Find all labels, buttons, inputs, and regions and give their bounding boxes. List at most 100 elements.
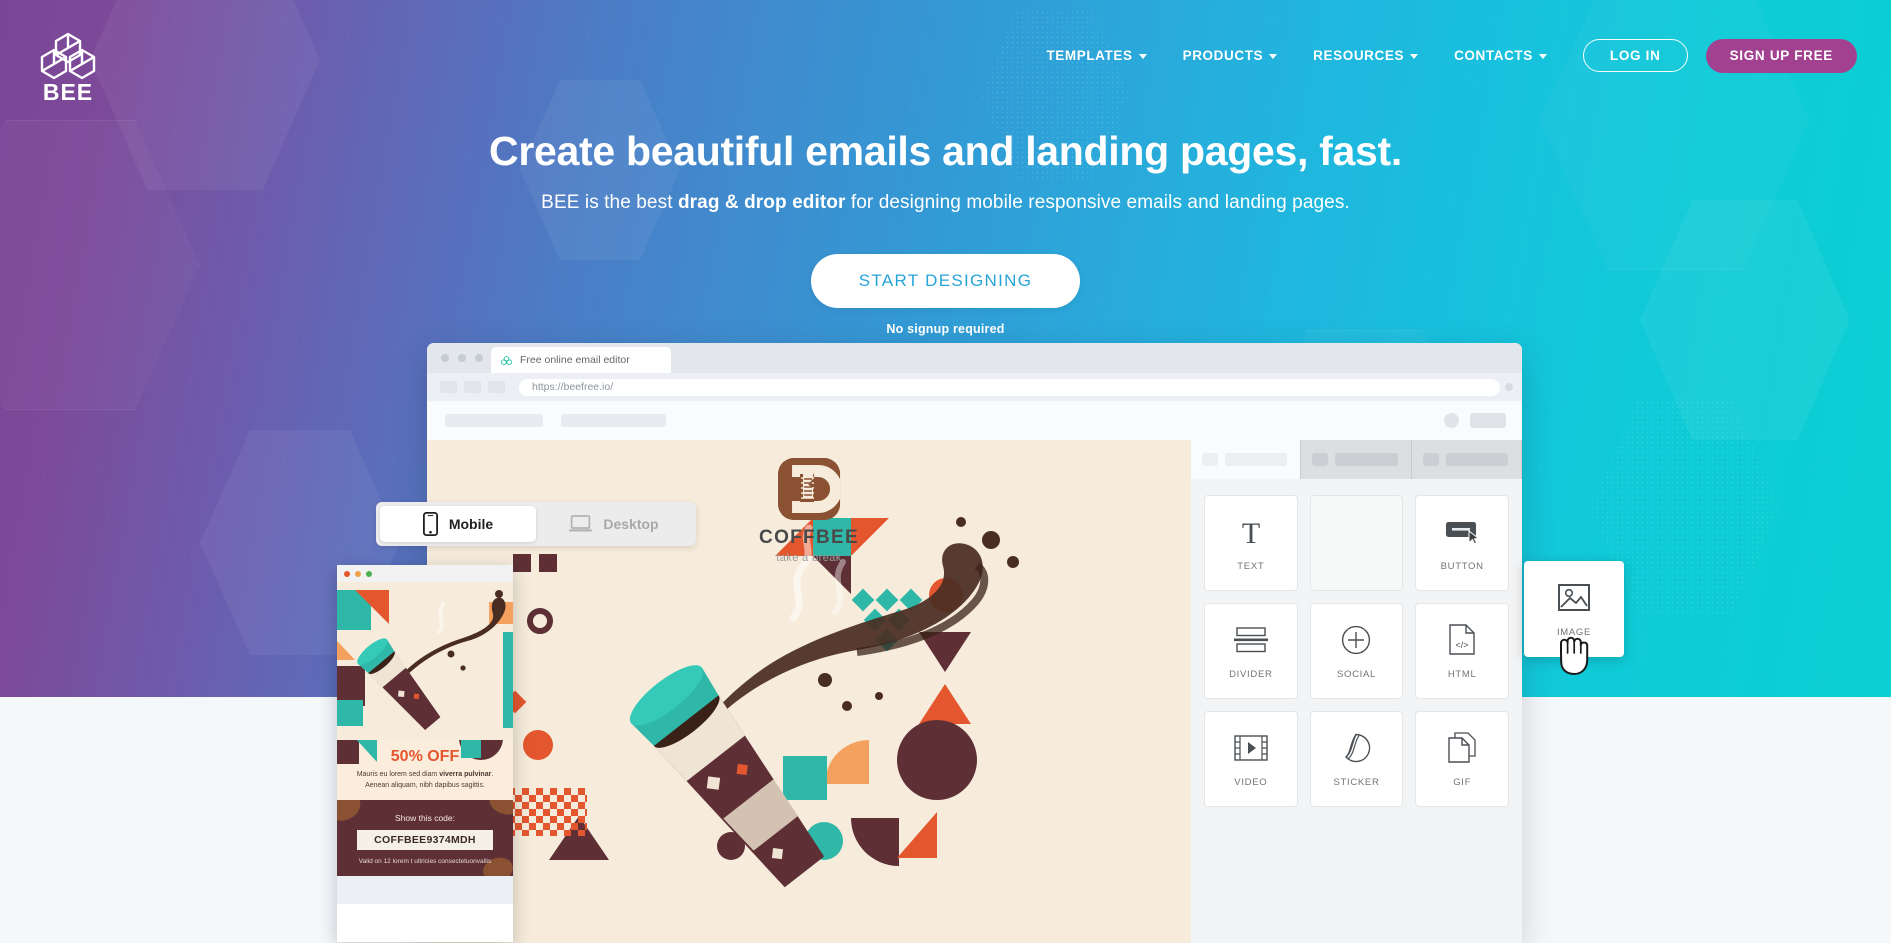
toolbar-avatar-placeholder[interactable]: [1444, 413, 1459, 428]
nav-item-templates[interactable]: TEMPLATES: [1028, 38, 1164, 73]
mobile-preview-hero-image: [337, 582, 513, 740]
chevron-down-icon: [1138, 54, 1147, 59]
content-block-label: GIF: [1453, 776, 1472, 788]
promo-body-bold: viverra pulvinar: [439, 771, 492, 778]
cta-container: START DESIGNING No signup required: [0, 253, 1891, 336]
toggle-mobile[interactable]: Mobile: [380, 506, 536, 542]
signup-free-button[interactable]: SIGN UP FREE: [1705, 38, 1857, 73]
login-button[interactable]: LOG IN: [1582, 39, 1688, 72]
nav-item-label: PRODUCTS: [1182, 48, 1264, 63]
start-designing-button[interactable]: START DESIGNING: [810, 253, 1081, 308]
content-block-video[interactable]: VIDEO: [1204, 711, 1298, 807]
nav-item-resources[interactable]: RESOURCES: [1295, 38, 1436, 73]
panel-tab-icon: [1312, 453, 1329, 466]
code-file-icon: </>: [1449, 623, 1475, 657]
toolbar-placeholder[interactable]: [561, 414, 666, 427]
reload-button-icon[interactable]: [488, 381, 505, 393]
coupon-prompt: Show this code:: [394, 813, 455, 823]
svg-text:</>: </>: [1456, 640, 1469, 650]
promo-body: Mauris eu lorem sed diam viverra pulvina…: [344, 770, 506, 791]
coupon-terms: Valid on 12 lorem t ultricies consectetu…: [358, 858, 492, 865]
window-minimize-dot-icon[interactable]: [458, 354, 466, 362]
mobile-email-preview[interactable]: 50% OFF Mauris eu lorem sed diam viverra…: [337, 565, 513, 942]
panel-tab-settings[interactable]: [1411, 440, 1522, 479]
plus-circle-icon: [1341, 623, 1371, 657]
panel-tab-label-placeholder: [1445, 453, 1508, 466]
coffee-splash-illustration: [629, 517, 1019, 888]
url-text: https://beefree.io/: [532, 381, 614, 393]
button-icon: [1445, 515, 1480, 549]
forward-button-icon[interactable]: [464, 381, 481, 393]
window-close-dot-icon[interactable]: [441, 354, 449, 362]
preview-mode-toggle: Mobile Desktop: [376, 502, 696, 546]
panel-tab-icon: [1422, 453, 1439, 466]
promo-body-line2: Aenean aliquam, nibh dapibus sagittis.: [365, 781, 485, 789]
back-button-icon[interactable]: [440, 381, 457, 393]
window-controls: [441, 354, 483, 362]
gif-pages-icon: [1448, 731, 1476, 765]
mobile-coffee-splash: [357, 590, 506, 730]
nav-item-contacts[interactable]: CONTACTS: [1436, 38, 1565, 73]
coffee-cup: [629, 665, 825, 888]
toggle-desktop-label: Desktop: [603, 516, 659, 532]
browser-tab-bar: Free online email editor: [427, 343, 1522, 373]
panel-tab-content[interactable]: [1191, 440, 1302, 479]
panel-tabs: [1191, 440, 1522, 479]
mobile-preview-coupon: Show this code: COFFBEE9374MDH Valid on …: [337, 800, 513, 876]
brand-logo[interactable]: BEE: [28, 32, 108, 104]
content-block-grid: T TEXT BUTTON DIVIDER SOCIAL </> HTML VI…: [1191, 479, 1522, 823]
subhead-emphasis: drag & drop editor: [677, 191, 846, 213]
toggle-desktop[interactable]: Desktop: [536, 506, 692, 542]
hero-copy: Create beautiful emails and landing page…: [0, 128, 1891, 336]
content-blocks-panel: T TEXT BUTTON DIVIDER SOCIAL </> HTML VI…: [1191, 440, 1522, 943]
deco-square: [513, 554, 531, 572]
promo-body-suffix: .: [491, 771, 494, 778]
toolbar-save-placeholder[interactable]: [1470, 413, 1506, 428]
content-block-label: TEXT: [1237, 560, 1265, 572]
page-title: Create beautiful emails and landing page…: [489, 128, 1402, 174]
nav-item-products[interactable]: PRODUCTS: [1165, 38, 1296, 73]
coffbee-tagline: take a break: [776, 552, 842, 564]
content-block-divider[interactable]: DIVIDER: [1204, 603, 1298, 699]
content-block-social[interactable]: SOCIAL: [1309, 603, 1404, 699]
brand-logo-text: BEE: [42, 79, 94, 105]
phone-icon: [422, 512, 438, 536]
text-t-icon: T: [1237, 515, 1265, 549]
url-input[interactable]: https://beefree.io/: [519, 378, 1513, 396]
content-block-empty-slot[interactable]: [1309, 495, 1404, 591]
coffbee-mark-icon: [777, 458, 842, 520]
coupon-code: COFFBEE9374MDH: [357, 830, 493, 850]
chevron-down-icon: [1410, 54, 1419, 59]
no-signup-note: No signup required: [886, 321, 1005, 336]
splash-drop: [842, 701, 852, 711]
content-block-gif[interactable]: GIF: [1415, 711, 1509, 807]
content-block-button[interactable]: BUTTON: [1415, 495, 1509, 591]
deco-circle: [523, 730, 553, 760]
browser-tab[interactable]: Free online email editor: [491, 347, 671, 373]
panel-tab-label-placeholder: [1225, 453, 1288, 466]
browser-mockup: Free online email editor https://beefree…: [427, 343, 1522, 943]
content-block-label: BUTTON: [1440, 560, 1484, 572]
content-block-html[interactable]: </> HTML: [1415, 603, 1509, 699]
svg-text:T: T: [1242, 517, 1260, 547]
sticker-icon: [1341, 731, 1371, 765]
laptop-icon: [569, 515, 593, 532]
window-maximize-dot-icon[interactable]: [475, 354, 483, 362]
content-block-label: VIDEO: [1234, 776, 1268, 788]
deco-square: [539, 554, 557, 572]
browser-url-bar: https://beefree.io/: [427, 373, 1522, 401]
content-block-text[interactable]: T TEXT: [1204, 495, 1298, 591]
nav-item-label: CONTACTS: [1454, 48, 1533, 63]
mobile-preview-titlebar: [337, 565, 513, 582]
toolbar-placeholder[interactable]: [445, 414, 543, 427]
preview-minimize-dot-icon: [355, 570, 361, 577]
content-block-label: DIVIDER: [1229, 668, 1273, 680]
panel-tab-rows[interactable]: [1301, 440, 1412, 479]
url-bar-menu-icon[interactable]: [1505, 383, 1513, 391]
content-block-label: SOCIAL: [1336, 668, 1377, 680]
coffbee-name: COFFBEE: [759, 527, 859, 548]
nav-item-label: TEMPLATES: [1046, 48, 1133, 63]
film-play-icon: [1234, 731, 1268, 765]
content-block-sticker[interactable]: STICKER: [1309, 711, 1404, 807]
splash-drop: [956, 517, 966, 527]
